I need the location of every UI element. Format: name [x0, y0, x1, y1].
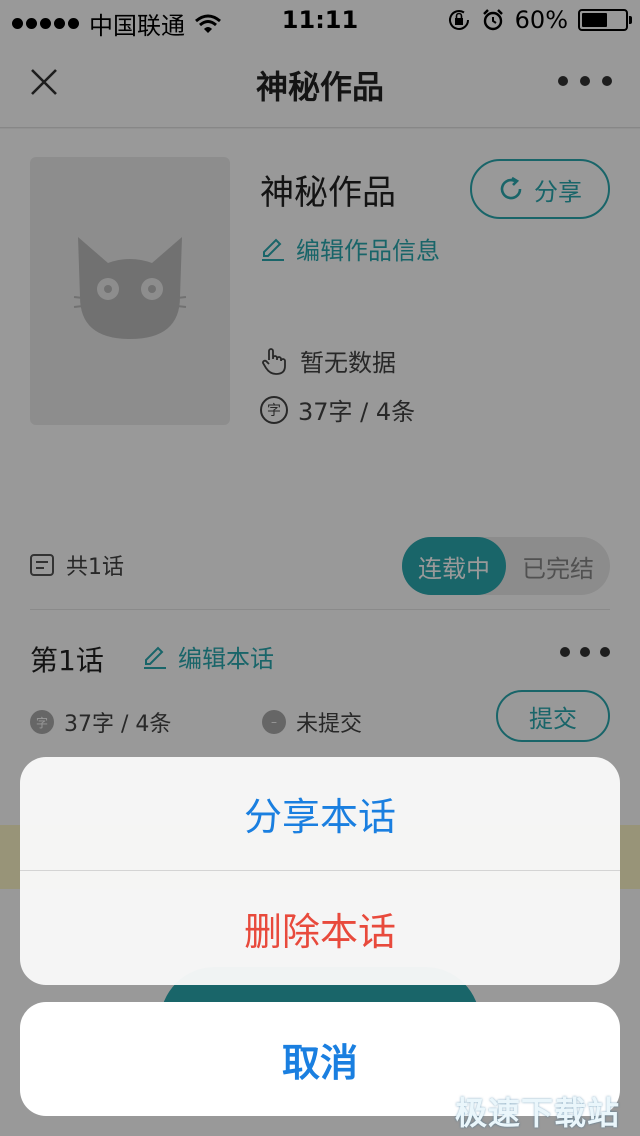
delete-episode-button[interactable]: 删除本话 — [20, 871, 620, 985]
watermark: 极速下载站 — [454, 1094, 620, 1132]
action-sheet: 分享本话 删除本话 — [20, 757, 620, 985]
share-episode-button[interactable]: 分享本话 — [20, 757, 620, 871]
